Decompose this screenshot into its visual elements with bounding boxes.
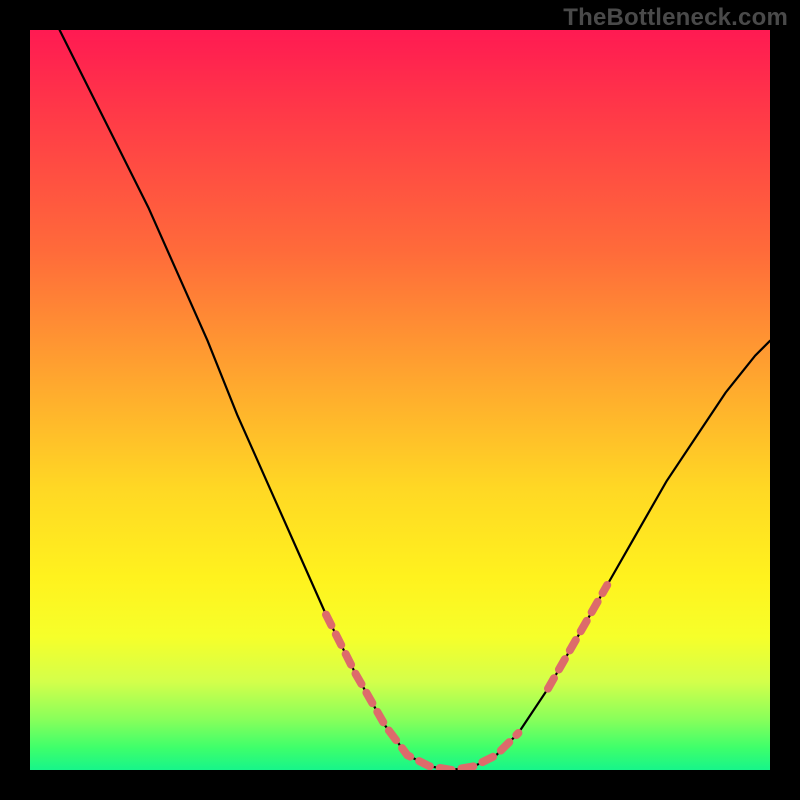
- curve-main: [60, 30, 770, 770]
- curve-dash-left: [326, 615, 518, 770]
- chart-frame: TheBottleneck.com: [0, 0, 800, 800]
- plot-area: [30, 30, 770, 770]
- watermark-text: TheBottleneck.com: [563, 4, 788, 32]
- curve-svg: [30, 30, 770, 770]
